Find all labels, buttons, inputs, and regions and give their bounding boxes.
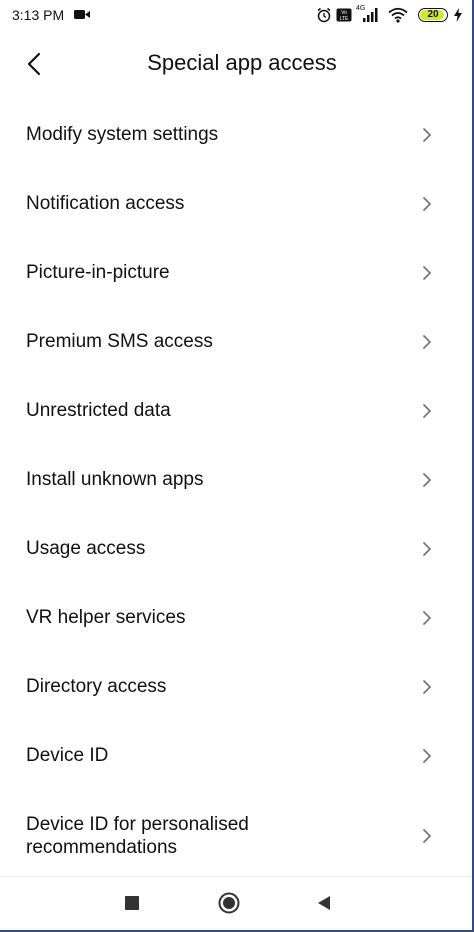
chevron-right-icon: [423, 610, 431, 625]
list-item-device-id[interactable]: Device ID: [0, 721, 472, 790]
list-item-label: Device ID: [26, 745, 109, 766]
wifi-icon: [388, 7, 408, 23]
list-item-label: Premium SMS access: [26, 331, 213, 352]
list-item-label: Usage access: [26, 538, 146, 559]
list-item-usage-access[interactable]: Usage access: [0, 514, 472, 583]
svg-text:LTE: LTE: [340, 16, 349, 22]
settings-list: Modify system settings Notification acce…: [0, 100, 472, 882]
navigation-bar: [0, 877, 472, 930]
circle-icon: [218, 892, 240, 914]
list-item-install-unknown-apps[interactable]: Install unknown apps: [0, 445, 472, 514]
video-icon: [74, 10, 90, 19]
chevron-right-icon: [423, 679, 431, 694]
signal-icon: 4G: [356, 5, 380, 24]
chevron-right-icon: [423, 196, 431, 211]
volte-icon: Vo LTE: [336, 8, 352, 22]
list-item-label: Directory access: [26, 676, 167, 697]
header: Special app access: [0, 38, 472, 90]
screen: 3:13 PM Vo LTE 4G 20 Special app access …: [0, 0, 474, 932]
status-time: 3:13 PM: [12, 7, 65, 23]
triangle-left-icon: [318, 896, 330, 910]
list-item-picture-in-picture[interactable]: Picture-in-picture: [0, 238, 472, 307]
chevron-right-icon: [423, 748, 431, 763]
list-item-directory-access[interactable]: Directory access: [0, 652, 472, 721]
list-item-label: Unrestricted data: [26, 400, 171, 421]
list-item-label: Install unknown apps: [26, 469, 204, 490]
nav-back-button[interactable]: [312, 891, 336, 915]
chevron-right-icon: [423, 334, 431, 349]
list-item-label: Modify system settings: [26, 124, 219, 145]
list-item-device-id-personalised-recommendations[interactable]: Device ID for personalised recommendatio…: [0, 790, 472, 882]
status-bar: 3:13 PM Vo LTE 4G 20: [0, 0, 472, 30]
list-item-label: Device ID for personalised recommendatio…: [26, 814, 249, 858]
chevron-right-icon: [423, 265, 431, 280]
list-item-label: VR helper services: [26, 607, 186, 628]
chevron-right-icon: [423, 829, 431, 843]
battery-level: 20: [427, 9, 439, 20]
home-button[interactable]: [217, 891, 241, 915]
chevron-right-icon: [423, 403, 431, 418]
list-item-vr-helper-services[interactable]: VR helper services: [0, 583, 472, 652]
status-icons: Vo LTE 4G 20: [316, 5, 462, 25]
list-item-label: Picture-in-picture: [26, 262, 170, 283]
page-title: Special app access: [147, 50, 337, 75]
list-item-label: Notification access: [26, 193, 185, 214]
list-item-modify-system-settings[interactable]: Modify system settings: [0, 100, 472, 169]
list-item-notification-access[interactable]: Notification access: [0, 169, 472, 238]
square-icon: [125, 896, 139, 910]
chevron-right-icon: [423, 472, 431, 487]
list-item-premium-sms-access[interactable]: Premium SMS access: [0, 307, 472, 376]
alarm-icon: [317, 7, 331, 23]
charging-bolt-icon: [454, 8, 462, 22]
list-item-unrestricted-data[interactable]: Unrestricted data: [0, 376, 472, 445]
chevron-right-icon: [423, 541, 431, 556]
recents-button[interactable]: [120, 891, 144, 915]
chevron-right-icon: [423, 127, 431, 142]
battery-icon: 20: [418, 8, 448, 22]
